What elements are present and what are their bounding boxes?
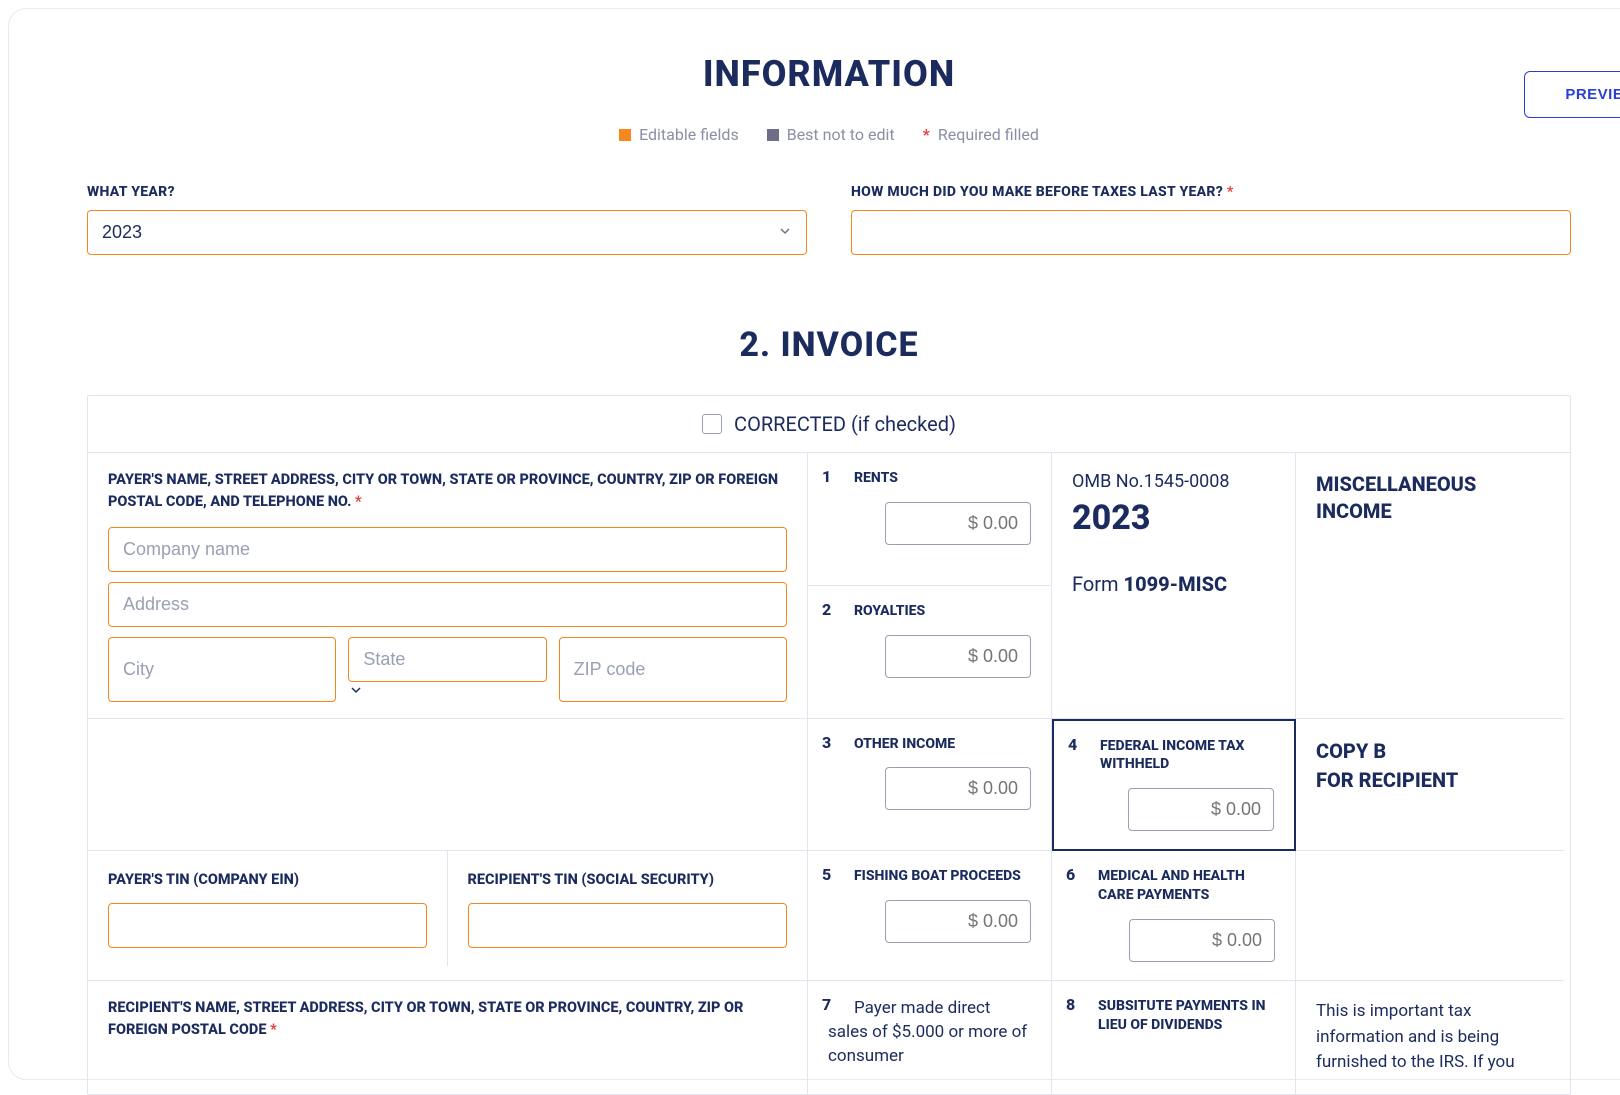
income-input[interactable] bbox=[851, 210, 1571, 255]
box-5-label: FISHING BOAT PROCEEDS bbox=[854, 867, 1031, 886]
payer-tin-label: PAYER'S TIN (COMPANY EIN) bbox=[108, 869, 427, 891]
box-6-medical: 6 MEDICAL AND HEALTH CARE PAYMENTS bbox=[1052, 851, 1296, 981]
box-number: 6 bbox=[1066, 865, 1075, 884]
box-4-input[interactable] bbox=[1128, 788, 1274, 831]
corrected-row: CORRECTED (if checked) bbox=[88, 396, 1570, 453]
invoice-card: CORRECTED (if checked) PAYER'S NAME, STR… bbox=[87, 395, 1571, 1095]
tin-row: PAYER'S TIN (COMPANY EIN) RECIPIENT'S TI… bbox=[88, 851, 808, 981]
recipient-tin-label: RECIPIENT'S TIN (SOCIAL SECURITY) bbox=[468, 869, 788, 891]
copy-b-line1: COPY B bbox=[1316, 737, 1544, 766]
legend-editable-label: Editable fields bbox=[639, 125, 739, 144]
box-1-label: RENTS bbox=[854, 469, 1031, 488]
box-1-input[interactable] bbox=[885, 502, 1031, 545]
box-number: 2 bbox=[822, 600, 831, 619]
box-3-label: OTHER INCOME bbox=[854, 735, 1031, 754]
payer-empty-fill bbox=[88, 719, 808, 852]
recipient-block: RECIPIENT'S NAME, STREET ADDRESS, CITY O… bbox=[88, 981, 808, 1094]
box-number: 7 bbox=[822, 995, 831, 1014]
box-6-input[interactable] bbox=[1129, 919, 1275, 962]
city-input[interactable] bbox=[108, 637, 336, 702]
company-name-input[interactable] bbox=[108, 527, 787, 572]
box-7-label: Payer made direct sales of $5.000 or mor… bbox=[828, 998, 1027, 1066]
page-card: PREVIEW INFORMATION Editable fields Best… bbox=[8, 8, 1620, 1080]
section-title-information: INFORMATION bbox=[9, 53, 1620, 95]
box-number: 4 bbox=[1068, 735, 1077, 754]
recipient-tin-input[interactable] bbox=[468, 903, 788, 948]
omb-number: OMB No.1545-0008 bbox=[1072, 471, 1275, 492]
box-5-input[interactable] bbox=[885, 900, 1031, 943]
box-8-substitute: 8 SUBSITUTE PAYMENTS IN LIEU OF DIVIDEND… bbox=[1052, 981, 1296, 1094]
recipient-block-label: RECIPIENT'S NAME, STREET ADDRESS, CITY O… bbox=[108, 997, 787, 1041]
payer-block-label: PAYER'S NAME, STREET ADDRESS, CITY OR TO… bbox=[108, 469, 787, 513]
recipient-block-label-text: RECIPIENT'S NAME, STREET ADDRESS, CITY O… bbox=[108, 999, 743, 1038]
invoice-grid: PAYER'S NAME, STREET ADDRESS, CITY OR TO… bbox=[88, 453, 1570, 1094]
box-number: 3 bbox=[822, 733, 831, 752]
box-7-direct-sales: 7 Payer made direct sales of $5.000 or m… bbox=[808, 981, 1052, 1094]
asterisk-icon: * bbox=[923, 125, 930, 144]
payer-tin-input[interactable] bbox=[108, 903, 427, 948]
irs-note: This is important tax information and is… bbox=[1296, 981, 1564, 1094]
income-label: HOW MUCH DID YOU MAKE BEFORE TAXES LAST … bbox=[851, 184, 1571, 200]
empty-right-cell bbox=[1296, 851, 1564, 981]
box-3-other-income: 3 OTHER INCOME bbox=[808, 719, 1052, 852]
box-number: 8 bbox=[1066, 995, 1075, 1014]
misc-income-cell: MISCELLANEOUS INCOME bbox=[1296, 453, 1564, 719]
year-select[interactable] bbox=[87, 210, 807, 255]
box-4-label: FEDERAL INCOME TAX WITHHELD bbox=[1100, 737, 1274, 775]
legend-bestnot: Best not to edit bbox=[767, 125, 895, 144]
omb-cell: OMB No.1545-0008 2023 Form 1099-MISC bbox=[1052, 453, 1296, 719]
section-title-invoice: 2. INVOICE bbox=[9, 325, 1620, 365]
corrected-label: CORRECTED (if checked) bbox=[734, 412, 956, 436]
preview-button[interactable]: PREVIEW bbox=[1524, 71, 1620, 118]
box-number: 5 bbox=[822, 865, 831, 884]
zip-input[interactable] bbox=[559, 637, 787, 702]
form-year: 2023 bbox=[1072, 498, 1275, 538]
box-1-rents: 1 RENTS bbox=[808, 453, 1052, 586]
payer-block-label-text: PAYER'S NAME, STREET ADDRESS, CITY OR TO… bbox=[108, 471, 778, 510]
box-8-label: SUBSITUTE PAYMENTS IN LIEU OF DIVIDENDS bbox=[1098, 997, 1275, 1035]
legend-bestnot-label: Best not to edit bbox=[787, 125, 895, 144]
copy-b-cell: COPY B FOR RECIPIENT bbox=[1296, 719, 1564, 852]
payer-tin-cell: PAYER'S TIN (COMPANY EIN) bbox=[88, 851, 448, 966]
required-asterisk-icon: * bbox=[1227, 184, 1234, 200]
corrected-checkbox[interactable] bbox=[702, 414, 722, 434]
required-asterisk-icon: * bbox=[270, 1021, 277, 1038]
legend-required: * Required filled bbox=[923, 125, 1039, 144]
legend-editable: Editable fields bbox=[619, 125, 739, 144]
box-5-fishing: 5 FISHING BOAT PROCEEDS bbox=[808, 851, 1052, 981]
income-label-text: HOW MUCH DID YOU MAKE BEFORE TAXES LAST … bbox=[851, 184, 1223, 200]
payer-block: PAYER'S NAME, STREET ADDRESS, CITY OR TO… bbox=[88, 453, 808, 719]
recipient-tin-cell: RECIPIENT'S TIN (SOCIAL SECURITY) bbox=[448, 851, 808, 966]
box-4-federal-withheld: 4 FEDERAL INCOME TAX WITHHELD bbox=[1052, 719, 1296, 852]
legend-required-label: Required filled bbox=[938, 125, 1039, 144]
legend: Editable fields Best not to edit * Requi… bbox=[9, 125, 1620, 144]
box-6-label: MEDICAL AND HEALTH CARE PAYMENTS bbox=[1098, 867, 1275, 905]
box-2-royalties: 2 ROYALTIES bbox=[808, 586, 1052, 719]
address-input[interactable] bbox=[108, 582, 787, 627]
square-orange-icon bbox=[619, 129, 631, 141]
square-purple-icon bbox=[767, 129, 779, 141]
income-col: HOW MUCH DID YOU MAKE BEFORE TAXES LAST … bbox=[851, 184, 1571, 255]
copy-b-line2: FOR RECIPIENT bbox=[1316, 766, 1544, 795]
form-prefix: Form bbox=[1072, 572, 1119, 596]
box-2-input[interactable] bbox=[885, 635, 1031, 678]
box-2-label: ROYALTIES bbox=[854, 602, 1031, 621]
form-line: Form 1099-MISC bbox=[1072, 572, 1275, 596]
year-select-wrap bbox=[87, 210, 807, 255]
state-select[interactable] bbox=[348, 637, 546, 682]
year-label: WHAT YEAR? bbox=[87, 184, 807, 200]
chevron-down-icon bbox=[348, 683, 364, 702]
box-3-input[interactable] bbox=[885, 767, 1031, 810]
info-row: WHAT YEAR? HOW MUCH DID YOU MAKE BEFORE … bbox=[9, 184, 1620, 255]
box-number: 1 bbox=[822, 467, 831, 486]
form-name: 1099-MISC bbox=[1124, 572, 1228, 596]
required-asterisk-icon: * bbox=[355, 493, 362, 510]
year-col: WHAT YEAR? bbox=[87, 184, 807, 255]
